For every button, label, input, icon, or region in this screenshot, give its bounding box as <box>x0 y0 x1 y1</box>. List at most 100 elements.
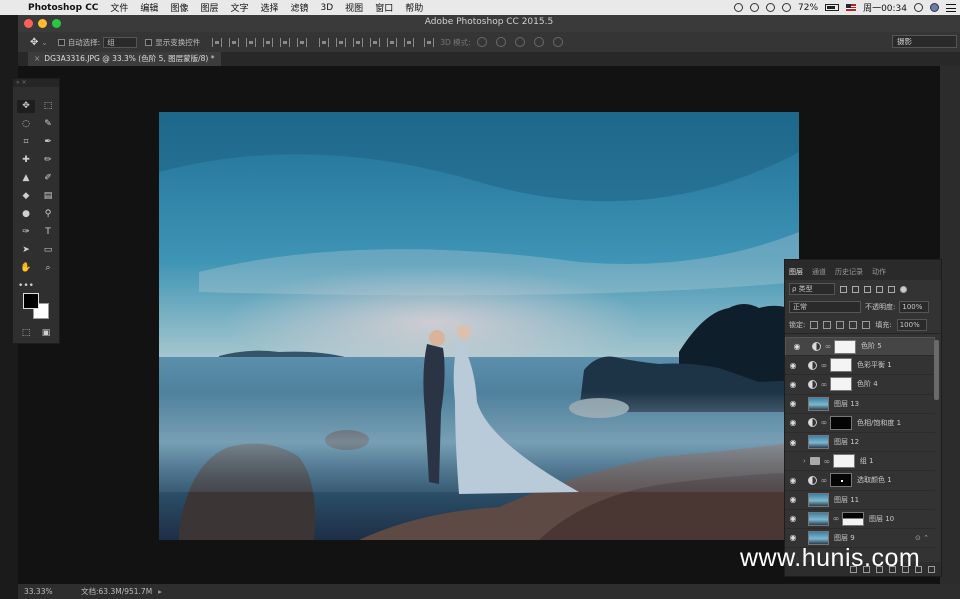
spotlight-search-icon[interactable] <box>914 3 923 12</box>
layer-name[interactable]: 图层 9 <box>834 533 855 543</box>
mask-link-icon[interactable]: ∞ <box>820 361 828 370</box>
layer-mask-thumbnail[interactable] <box>830 415 852 430</box>
visibility-eye-icon[interactable]: ◉ <box>789 342 805 351</box>
layer-row[interactable]: ◉ ∞ 选取颜色 1 <box>785 471 935 491</box>
hand-tool-icon[interactable]: ✋ <box>17 262 35 275</box>
layer-row[interactable]: ◉ 图层 11 <box>785 491 935 510</box>
layer-row[interactable]: › ∞ 组 1 <box>785 452 935 472</box>
eraser-tool-icon[interactable]: ◆ <box>17 190 35 203</box>
tab-channels[interactable]: 通道 <box>812 267 826 280</box>
visibility-eye-icon[interactable]: ◉ <box>785 495 801 504</box>
menu-view[interactable]: 视图 <box>339 1 369 14</box>
group-expand-chevron-icon[interactable]: › <box>803 457 806 465</box>
layer-name[interactable]: 色彩平衡 1 <box>857 360 892 370</box>
status-menu-arrow-icon[interactable]: ▸ <box>158 587 162 596</box>
workspace-dropdown[interactable]: 摄影 <box>892 35 957 48</box>
menu-type[interactable]: 文字 <box>224 1 254 14</box>
visibility-eye-icon[interactable]: ◉ <box>785 476 801 485</box>
3d-rotate-icon[interactable] <box>476 37 487 47</box>
auto-select-checkbox[interactable] <box>57 38 65 46</box>
foreground-color-swatch[interactable] <box>23 293 39 309</box>
clock[interactable]: 周一00:34 <box>863 1 907 14</box>
auto-align-icon[interactable] <box>424 37 435 47</box>
tool-preset-dropdown[interactable]: ⌄ <box>41 38 47 47</box>
layer-row[interactable]: ◉ 图层 12 <box>785 433 935 453</box>
align-vcenter-icon[interactable] <box>229 37 240 47</box>
layer-mask-thumbnail[interactable] <box>830 358 852 373</box>
menu-file[interactable]: 文件 <box>104 1 134 14</box>
menu-layer[interactable]: 图层 <box>194 1 224 14</box>
menu-app-name[interactable]: Photoshop CC <box>22 3 104 13</box>
layer-name[interactable]: 色阶 5 <box>861 342 882 351</box>
battery-icon[interactable] <box>825 4 840 11</box>
layer-name[interactable]: 选取颜色 1 <box>857 475 892 485</box>
layer-mask-thumbnail[interactable] <box>834 339 856 354</box>
visibility-eye-icon[interactable]: ◉ <box>785 438 801 447</box>
lock-pixels-icon[interactable] <box>823 320 832 329</box>
layer-mask-thumbnail[interactable] <box>830 473 852 488</box>
layer-filter-dropdown[interactable]: ρ 类型 <box>789 283 835 295</box>
more-tools-icon[interactable]: ••• <box>17 280 35 293</box>
tab-history[interactable]: 历史记录 <box>835 267 863 280</box>
visibility-eye-icon[interactable]: ◉ <box>785 361 801 370</box>
lasso-tool-icon[interactable]: ◌ <box>17 118 35 131</box>
3d-scale-icon[interactable] <box>552 37 563 47</box>
move-tool-icon[interactable]: ✥ <box>17 100 35 113</box>
menu-select[interactable]: 选择 <box>254 1 284 14</box>
distribute-vcenter-icon[interactable] <box>336 37 347 47</box>
document-size-info[interactable]: 文档:63.3M/951.7M <box>73 586 152 597</box>
crop-tool-icon[interactable]: ⌗ <box>17 136 35 149</box>
layer-name[interactable]: 图层 12 <box>834 437 859 447</box>
layer-row[interactable]: ◉ ∞ 色彩平衡 1 <box>785 356 935 376</box>
layer-name[interactable]: 组 1 <box>860 456 874 466</box>
tools-panel-header[interactable]: » × <box>13 79 59 87</box>
document-close-icon[interactable]: × <box>34 54 40 63</box>
filter-toggle-icon[interactable] <box>900 285 907 293</box>
filter-shape-icon[interactable] <box>876 285 883 293</box>
lock-artboard-icon[interactable] <box>849 320 858 329</box>
mask-link-icon[interactable]: ∞ <box>824 342 832 351</box>
rectangle-tool-icon[interactable]: ▭ <box>39 244 57 257</box>
layer-thumbnail[interactable] <box>808 530 829 545</box>
clone-stamp-tool-icon[interactable]: ▲ <box>17 172 35 185</box>
menu-3d[interactable]: 3D <box>315 3 340 13</box>
menu-filter[interactable]: 滤镜 <box>285 1 315 14</box>
menu-window[interactable]: 窗口 <box>369 1 399 14</box>
zoom-tool-icon[interactable]: ⌕ <box>39 262 57 275</box>
screen-mode-icon[interactable]: ▣ <box>37 327 55 340</box>
move-tool-icon[interactable]: ✥ <box>30 37 38 48</box>
brush-tool-icon[interactable]: ✏ <box>39 154 57 167</box>
healing-brush-tool-icon[interactable]: ✚ <box>17 154 35 167</box>
filter-pixel-icon[interactable] <box>840 285 847 293</box>
layer-row[interactable]: ◉ ∞ 色相/饱和度 1 <box>785 414 935 433</box>
layer-mask-thumbnail[interactable] <box>830 377 852 392</box>
history-brush-tool-icon[interactable]: ✐ <box>39 172 57 185</box>
lock-position-icon[interactable] <box>836 320 845 329</box>
blend-mode-dropdown[interactable]: 正常 <box>789 301 861 313</box>
layers-scrollbar[interactable] <box>934 340 939 400</box>
mask-link-icon[interactable]: ∞ <box>820 418 828 427</box>
zoom-level[interactable]: 33.33% <box>18 587 73 596</box>
notification-center-icon[interactable] <box>946 3 956 12</box>
lock-all-icon[interactable] <box>862 320 871 329</box>
layer-row[interactable]: ◉ ∞ 色阶 4 <box>785 375 935 395</box>
dodge-tool-icon[interactable]: ⚲ <box>39 208 57 221</box>
align-bottom-icon[interactable] <box>246 37 257 47</box>
menu-help[interactable]: 帮助 <box>399 1 429 14</box>
delete-layer-icon[interactable] <box>928 565 935 573</box>
path-select-tool-icon[interactable]: ➤ <box>17 244 35 257</box>
menu-image[interactable]: 图像 <box>164 1 194 14</box>
quick-select-tool-icon[interactable]: ✎ <box>39 118 57 131</box>
blur-tool-icon[interactable]: ● <box>17 208 35 221</box>
collapsed-panel-dock[interactable] <box>940 66 960 584</box>
input-source-flag-icon[interactable] <box>846 4 857 11</box>
layer-name[interactable]: 色阶 4 <box>857 379 878 389</box>
align-left-icon[interactable] <box>263 37 274 47</box>
filter-smart-object-icon[interactable] <box>888 285 895 293</box>
distribute-right-icon[interactable] <box>404 37 415 47</box>
layer-thumbnail[interactable] <box>808 511 829 526</box>
visibility-eye-icon[interactable]: ◉ <box>785 514 801 523</box>
document-image[interactable] <box>159 112 799 540</box>
filter-type-icon[interactable] <box>864 285 871 293</box>
layer-thumbnail[interactable] <box>808 435 829 450</box>
